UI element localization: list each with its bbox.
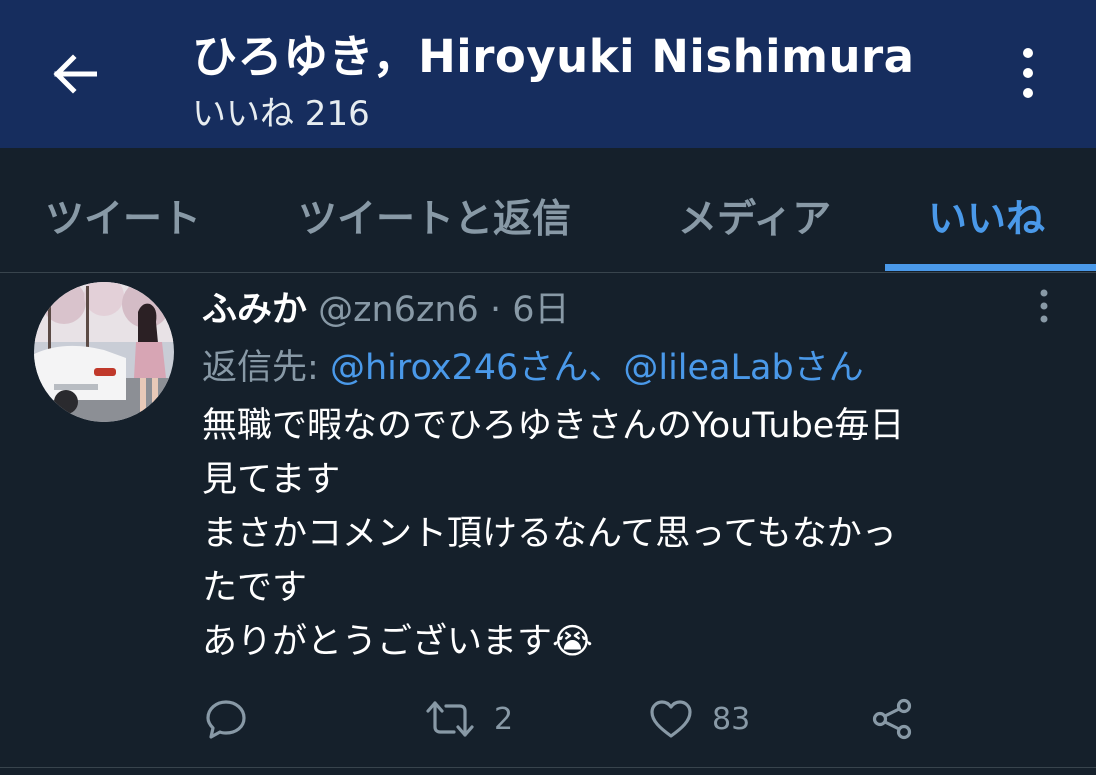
avatar[interactable] bbox=[34, 282, 174, 422]
tweet-text: 無職で暇なのでひろゆきさんのYouTube毎日 見てます まさかコメント頂けるな… bbox=[202, 399, 1062, 669]
tweet-text-line: 見てます bbox=[202, 460, 341, 500]
mention-link-hirox246[interactable]: @hirox246さん bbox=[330, 348, 588, 388]
comment-icon bbox=[206, 700, 246, 739]
tab-media[interactable]: メディア bbox=[678, 188, 831, 244]
vertical-dots-icon bbox=[1040, 289, 1048, 323]
share-button[interactable] bbox=[870, 691, 914, 747]
tab-tweets-and-replies[interactable]: ツイートと返信 bbox=[298, 188, 571, 244]
mention-link-lilealab[interactable]: @lileaLabさん bbox=[623, 348, 863, 388]
tab-likes[interactable]: いいね bbox=[928, 188, 1045, 244]
like-count: 83 bbox=[712, 701, 751, 737]
vertical-dots-icon bbox=[1023, 48, 1033, 98]
more-options-button[interactable] bbox=[1006, 40, 1050, 106]
tweet-text-line: たです bbox=[202, 568, 308, 608]
tweet-actions: 2 83 bbox=[0, 691, 1096, 747]
tweet-text-line: ありがとうございます😭 bbox=[202, 622, 593, 662]
tweet-text-line: まさかコメント頂けるなんて思ってもなかっ bbox=[202, 514, 897, 554]
tweet-time[interactable]: 6日 bbox=[512, 290, 569, 330]
retweet-icon bbox=[426, 701, 474, 737]
retweet-button[interactable]: 2 bbox=[424, 691, 513, 747]
reply-button[interactable] bbox=[204, 691, 248, 747]
tweet-header: ふみか @zn6zn6 · 6日 bbox=[202, 281, 570, 332]
likes-count-subtitle: いいね 216 bbox=[192, 94, 370, 134]
separator-dot: · bbox=[489, 290, 502, 330]
heart-icon bbox=[650, 700, 692, 738]
retweet-count: 2 bbox=[494, 701, 514, 737]
replying-to-label: 返信先: bbox=[202, 348, 319, 388]
profile-title: ひろゆき，Hiroyuki Nishimura bbox=[192, 30, 915, 83]
back-button[interactable] bbox=[44, 44, 104, 104]
author-name[interactable]: ふみか bbox=[202, 290, 307, 330]
tweet-options-button[interactable] bbox=[1026, 281, 1062, 331]
tab-tweets[interactable]: ツイート bbox=[45, 188, 201, 244]
mention-separator: 、 bbox=[588, 348, 624, 388]
avatar-photo bbox=[34, 282, 174, 422]
share-icon bbox=[872, 698, 912, 740]
like-button[interactable]: 83 bbox=[648, 691, 750, 747]
author-handle[interactable]: @zn6zn6 bbox=[318, 290, 479, 330]
replying-to-line: 返信先: @hirox246さん、@lileaLabさん bbox=[202, 339, 864, 390]
active-tab-indicator bbox=[885, 264, 1096, 271]
tweet-text-line: 無職で暇なのでひろゆきさんのYouTube毎日 bbox=[202, 406, 905, 446]
profile-tabs: ツイート ツイートと返信 メディア いいね bbox=[0, 148, 1096, 273]
tweet-card[interactable]: ふみか @zn6zn6 · 6日 返信先: @hirox246さん、@lilea… bbox=[0, 273, 1096, 768]
app-header: ひろゆき，Hiroyuki Nishimura いいね 216 bbox=[0, 0, 1096, 148]
arrow-left-icon bbox=[53, 54, 97, 94]
